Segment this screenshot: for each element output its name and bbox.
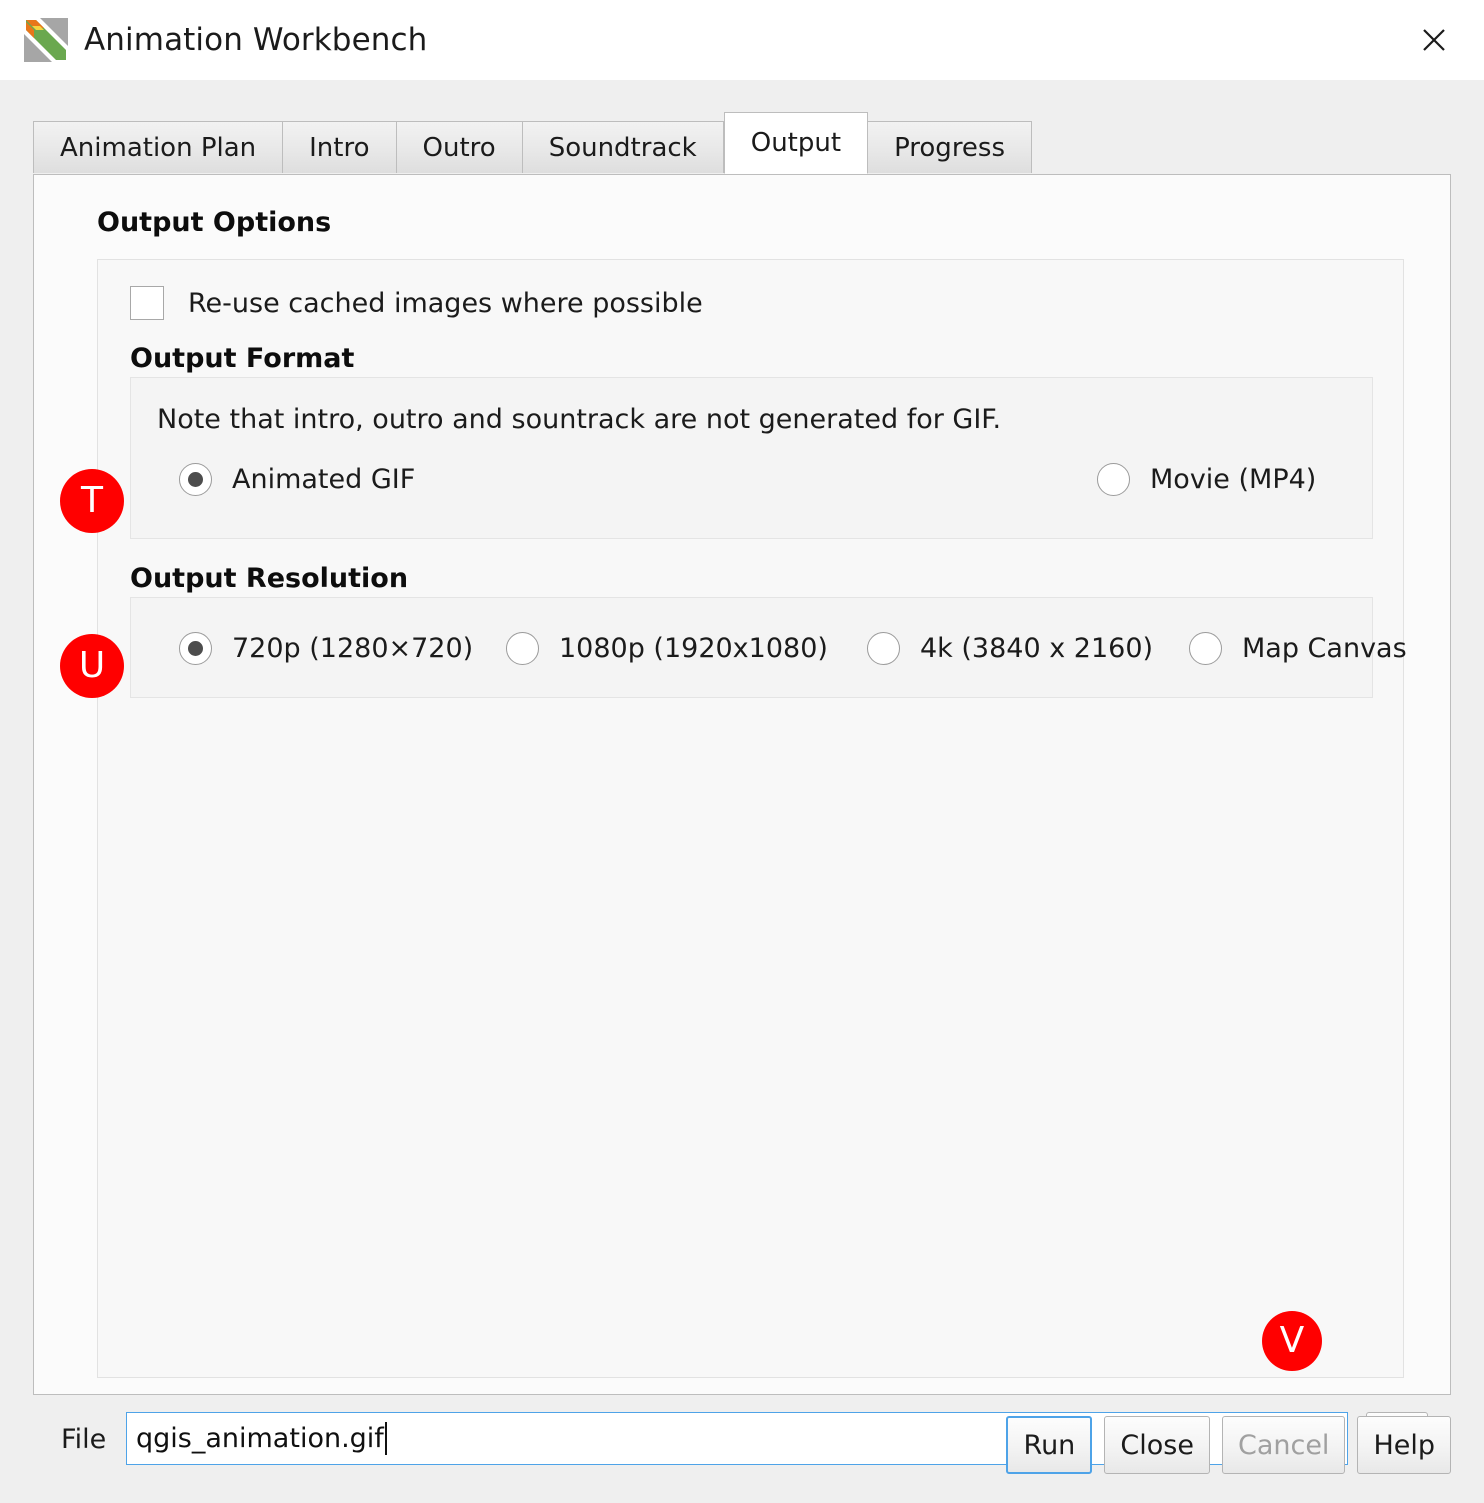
radio-label: Movie (MP4) — [1150, 464, 1317, 495]
resolution-720p-radio[interactable]: 720p (1280×720) — [179, 632, 473, 665]
radio-label: 720p (1280×720) — [232, 633, 474, 664]
window-title: Animation Workbench — [84, 22, 428, 58]
radio-label: Map Canvas — [1242, 633, 1407, 664]
title-bar: Animation Workbench — [0, 0, 1484, 80]
resolution-1080p-radio[interactable]: 1080p (1920x1080) — [506, 632, 828, 665]
tab-label: Intro — [309, 132, 370, 163]
movie-mp4-radio[interactable]: Movie (MP4) — [1097, 463, 1316, 496]
cancel-button: Cancel — [1221, 1416, 1346, 1474]
tab-soundtrack[interactable]: Soundtrack — [522, 121, 724, 173]
tab-bar: Animation Plan Intro Outro Soundtrack Ou… — [33, 112, 1033, 174]
radio-label: 4k (3840 x 2160) — [920, 633, 1154, 664]
radio-indicator[interactable] — [1189, 632, 1222, 665]
radio-indicator[interactable] — [506, 632, 539, 665]
output-format-group: Note that intro, outro and sountrack are… — [130, 377, 1373, 539]
run-button[interactable]: Run — [1006, 1416, 1093, 1474]
button-label: Close — [1120, 1429, 1194, 1461]
tab-label: Progress — [894, 132, 1006, 163]
radio-indicator[interactable] — [179, 632, 212, 665]
output-options-heading: Output Options — [97, 207, 332, 238]
radio-indicator[interactable] — [1097, 463, 1130, 496]
output-options-group: Re-use cached images where possible Outp… — [97, 259, 1407, 1378]
tab-output[interactable]: Output — [723, 112, 869, 174]
resolution-map-canvas-radio[interactable]: Map Canvas — [1189, 632, 1407, 665]
tab-label: Output — [750, 128, 842, 158]
close-window-button[interactable] — [1404, 10, 1464, 70]
checkbox-label: Re-use cached images where possible — [188, 287, 703, 319]
resolution-4k-radio[interactable]: 4k (3840 x 2160) — [867, 632, 1153, 665]
radio-label: 1080p (1920x1080) — [559, 633, 828, 664]
output-format-note: Note that intro, outro and sountrack are… — [157, 404, 1002, 435]
reuse-cached-images-checkbox[interactable]: Re-use cached images where possible — [130, 286, 703, 320]
button-label: Help — [1373, 1429, 1435, 1461]
close-button[interactable]: Close — [1104, 1416, 1210, 1474]
file-label: File — [61, 1424, 107, 1455]
tab-intro[interactable]: Intro — [283, 121, 397, 173]
dialog-body: Animation Plan Intro Outro Soundtrack Ou… — [0, 80, 1484, 1503]
dialog-button-bar: Run Close Cancel Help — [1006, 1416, 1451, 1474]
radio-indicator[interactable] — [867, 632, 900, 665]
tab-animation-plan[interactable]: Animation Plan — [33, 121, 284, 173]
radio-indicator[interactable] — [179, 463, 212, 496]
button-label: Cancel — [1237, 1429, 1330, 1461]
output-tab-page: Output Options Re-use cached images wher… — [33, 174, 1451, 1465]
tab-label: Outro — [422, 132, 496, 163]
output-resolution-heading: Output Resolution — [130, 563, 409, 594]
close-icon — [1423, 29, 1445, 51]
animation-workbench-logo-icon — [24, 18, 68, 62]
help-button[interactable]: Help — [1357, 1416, 1451, 1474]
animated-gif-radio[interactable]: Animated GIF — [179, 463, 415, 496]
output-format-heading: Output Format — [130, 343, 355, 374]
button-label: Run — [1023, 1429, 1076, 1461]
radio-label: Animated GIF — [232, 464, 416, 495]
tab-outro[interactable]: Outro — [396, 121, 523, 173]
tab-label: Animation Plan — [60, 132, 257, 163]
tab-progress[interactable]: Progress — [868, 121, 1033, 173]
output-resolution-group: 720p (1280×720) 1080p (1920x1080) 4k (38… — [130, 597, 1407, 698]
file-path-value: qgis_animation.gif — [136, 1423, 384, 1454]
tab-label: Soundtrack — [548, 132, 697, 163]
checkbox-indicator[interactable] — [130, 286, 164, 320]
text-caret — [384, 1422, 387, 1455]
